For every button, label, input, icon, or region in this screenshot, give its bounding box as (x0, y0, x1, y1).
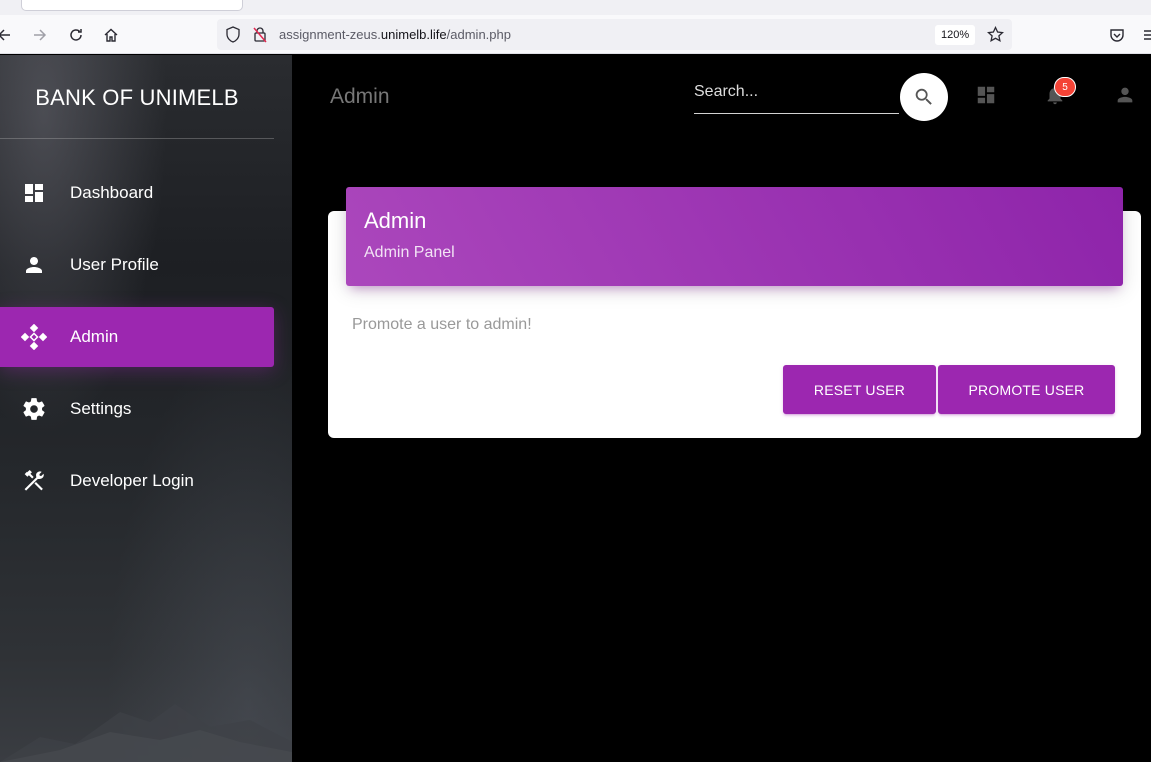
brand-divider (0, 138, 274, 139)
sidebar-item-user-profile[interactable]: User Profile (0, 235, 274, 295)
shield-icon[interactable] (225, 26, 241, 48)
search-button[interactable] (900, 73, 948, 121)
home-icon[interactable] (99, 23, 123, 47)
browser-tab-strip (0, 0, 1151, 15)
reset-user-button[interactable]: RESET USER (783, 365, 936, 414)
back-icon[interactable] (0, 23, 16, 47)
url-path: /admin.php (446, 27, 511, 42)
zoom-level[interactable]: 120% (935, 25, 976, 45)
dashboard-icon[interactable] (975, 84, 997, 106)
address-bar[interactable]: assignment-zeus.unimelb.life/admin.php 1… (217, 19, 1012, 50)
card-description: Promote a user to admin! (352, 316, 532, 333)
brand-title[interactable]: BANK OF UNIMELB (0, 85, 274, 111)
forward-icon[interactable] (28, 23, 52, 47)
sidebar-background-mountain (0, 704, 292, 762)
search-input[interactable] (694, 78, 899, 106)
browser-tab[interactable] (21, 0, 243, 11)
sidebar-item-label: Developer Login (70, 471, 194, 490)
sidebar-item-label: Settings (70, 399, 132, 418)
gear-icon (20, 395, 48, 423)
sidebar-item-settings[interactable]: Settings (0, 379, 274, 439)
sidebar-item-label: Dashboard (70, 183, 154, 202)
insecure-lock-icon[interactable] (252, 26, 268, 48)
pocket-icon[interactable] (1105, 23, 1129, 47)
sidebar-item-label: Admin (70, 327, 119, 346)
bookmark-star-icon[interactable] (987, 25, 1004, 48)
sidebar-item-developer-login[interactable]: Developer Login (0, 451, 274, 511)
sidebar-item-dashboard[interactable]: Dashboard (0, 163, 274, 223)
person-icon (20, 251, 48, 279)
dashboard-icon (20, 179, 48, 207)
url-prefix: assignment-zeus. (279, 27, 381, 42)
sidebar-item-label: User Profile (70, 255, 159, 274)
sidebar-item-admin[interactable]: Admin (0, 307, 274, 367)
promote-user-button[interactable]: PROMOTE USER (938, 365, 1115, 414)
notification-badge: 5 (1054, 77, 1076, 97)
card-title: Admin (364, 208, 427, 233)
search-field (694, 78, 899, 114)
search-icon (915, 88, 932, 105)
admin-diamond-icon (20, 323, 48, 351)
card-header: Admin Admin Panel (346, 187, 1123, 286)
page-title[interactable]: Admin (330, 85, 390, 109)
card-subtitle: Admin Panel (364, 244, 455, 261)
browser-toolbar: assignment-zeus.unimelb.life/admin.php 1… (0, 15, 1151, 54)
url-text: assignment-zeus.unimelb.life/admin.php (279, 27, 511, 42)
account-icon[interactable] (1114, 84, 1136, 106)
url-domain: unimelb.life (380, 27, 447, 42)
tools-icon (20, 467, 48, 495)
sidebar: BANK OF UNIMELB Dashboard User Profile A… (0, 55, 292, 762)
reload-icon[interactable] (64, 23, 88, 47)
menu-icon[interactable] (1138, 23, 1151, 47)
